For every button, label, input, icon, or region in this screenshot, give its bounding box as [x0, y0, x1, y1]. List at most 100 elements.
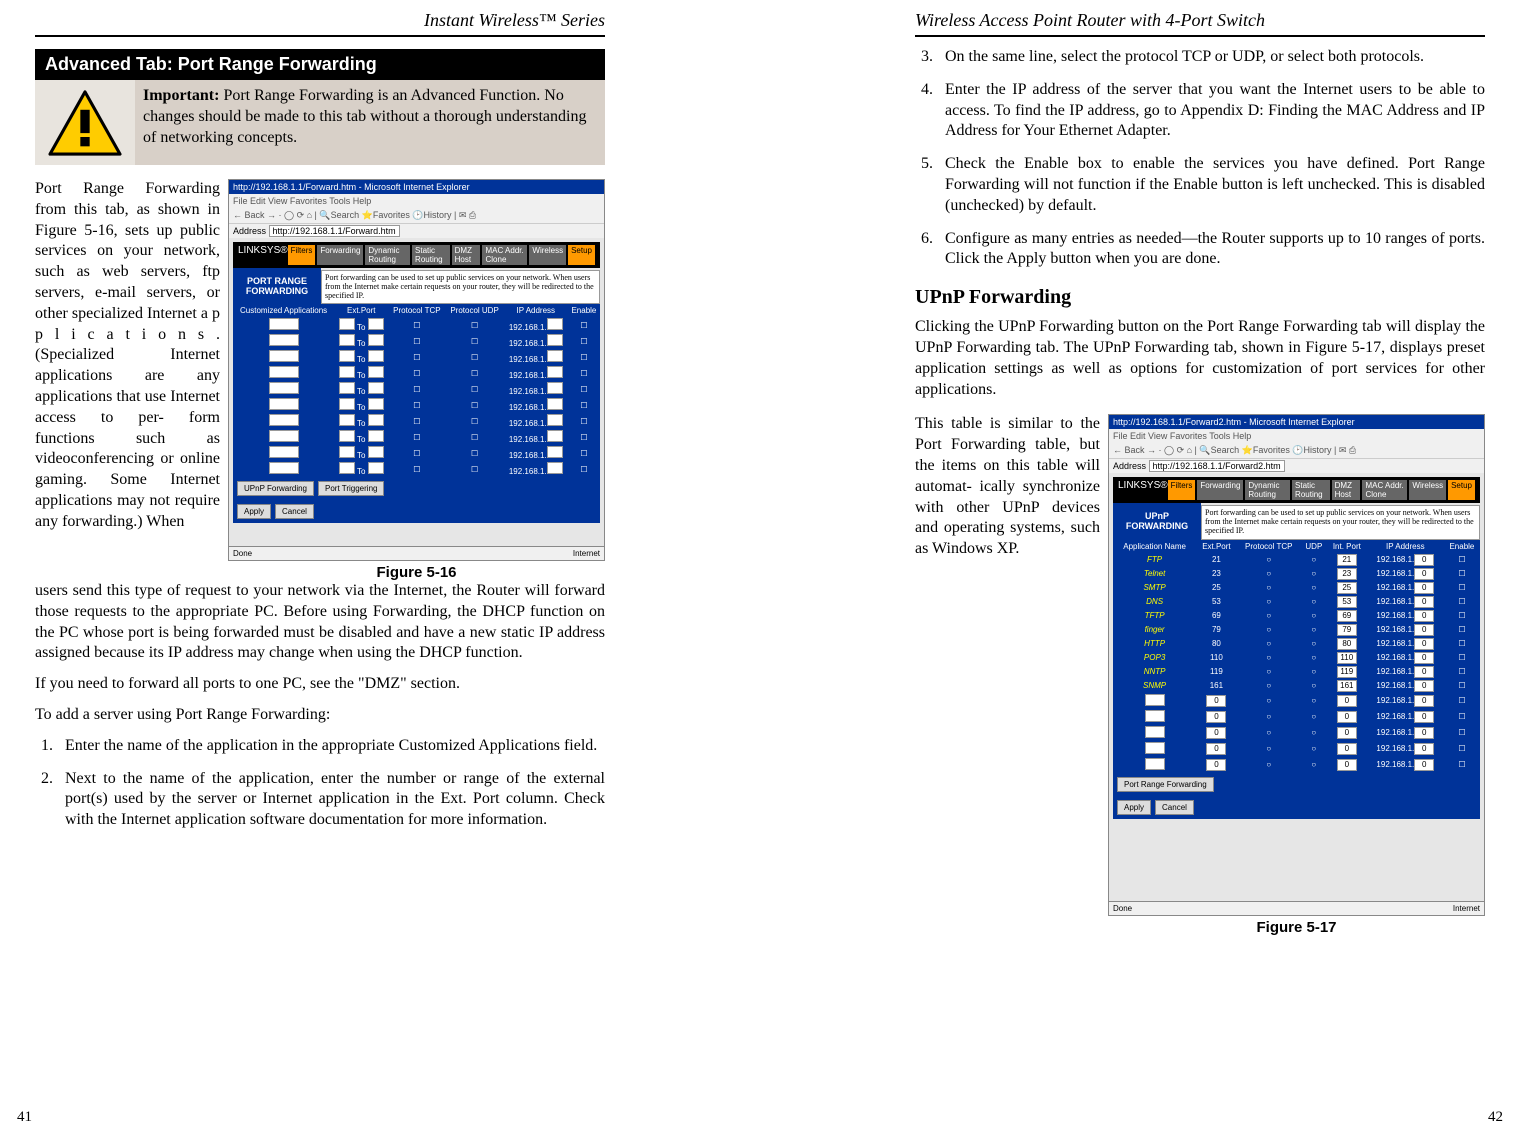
enable-check[interactable]: ☐	[1444, 757, 1480, 773]
ie-menubar[interactable]: File Edit View Favorites Tools Help	[229, 194, 604, 208]
int-port[interactable]: 0	[1327, 709, 1367, 725]
address-value-2[interactable]: http://192.168.1.1/Forward2.htm	[1149, 460, 1285, 472]
int-port[interactable]: 110	[1327, 651, 1367, 665]
tab-static[interactable]: Static Routing	[412, 245, 450, 265]
tcp-radio[interactable]: ○	[1237, 725, 1301, 741]
port-range-button[interactable]: Port Range Forwarding	[1117, 777, 1214, 792]
ip-input[interactable]: 0	[1414, 624, 1434, 636]
apply-button-2[interactable]: Apply	[1117, 800, 1151, 815]
tcp-radio[interactable]: ○	[1237, 637, 1301, 651]
ip-input[interactable]: 0	[1414, 610, 1434, 622]
tab-dmz[interactable]: DMZ Host	[452, 245, 481, 265]
int-port[interactable]: 0	[1327, 757, 1367, 773]
udp-radio[interactable]: ○	[1301, 725, 1327, 741]
udp-radio[interactable]: ○	[1301, 757, 1327, 773]
tab-mac-2[interactable]: MAC Addr. Clone	[1362, 480, 1407, 500]
ip-input[interactable]: 0	[1414, 638, 1434, 650]
tcp-radio[interactable]: ○	[1237, 693, 1301, 709]
tab-filters[interactable]: Filters	[288, 245, 316, 265]
tab-forwarding[interactable]: Forwarding	[317, 245, 363, 265]
udp-radio[interactable]: ○	[1301, 553, 1327, 567]
tab-wireless[interactable]: Wireless	[529, 245, 566, 265]
port-to[interactable]	[368, 318, 384, 330]
tab-wireless-2[interactable]: Wireless	[1409, 480, 1446, 500]
ie-address-bar-2[interactable]: Address http://192.168.1.1/Forward2.htm	[1109, 458, 1484, 473]
enable-check[interactable]: ☐	[1444, 553, 1480, 567]
ip-input[interactable]	[547, 318, 563, 330]
ie-address-bar[interactable]: Address http://192.168.1.1/Forward.htm	[229, 223, 604, 238]
tcp-radio[interactable]: ○	[1237, 581, 1301, 595]
ip-input[interactable]: 0	[1414, 568, 1434, 580]
tcp-radio[interactable]: ○	[1237, 651, 1301, 665]
port-triggering-button[interactable]: Port Triggering	[318, 481, 384, 496]
ip-input[interactable]: 0	[1414, 652, 1434, 664]
enable-check[interactable]: ☐	[1444, 567, 1480, 581]
udp-check[interactable]: ☐	[445, 317, 503, 333]
ie-menubar-2[interactable]: File Edit View Favorites Tools Help	[1109, 429, 1484, 443]
enable-check[interactable]: ☐	[1444, 581, 1480, 595]
router-tabs[interactable]: Filters Forwarding Dynamic Routing Stati…	[288, 245, 595, 265]
ie-toolbar-2[interactable]: ← Back → · ◯ ⟳ ⌂ | 🔍Search ⭐Favorites 🕑H…	[1109, 443, 1484, 458]
enable-check[interactable]: ☐	[1444, 725, 1480, 741]
ip-input[interactable]: 0	[1414, 680, 1434, 692]
ip-input[interactable]: 0	[1414, 666, 1434, 678]
tcp-radio[interactable]: ○	[1237, 757, 1301, 773]
ip-input[interactable]: 0	[1414, 596, 1434, 608]
udp-radio[interactable]: ○	[1301, 581, 1327, 595]
int-port[interactable]: 161	[1327, 679, 1367, 693]
udp-radio[interactable]: ○	[1301, 709, 1327, 725]
tab-filters-2[interactable]: Filters	[1168, 480, 1196, 500]
tcp-radio[interactable]: ○	[1237, 741, 1301, 757]
tab-dynamic[interactable]: Dynamic Routing	[365, 245, 410, 265]
enable-check[interactable]: ☐	[1444, 693, 1480, 709]
app-input[interactable]	[269, 318, 299, 330]
tcp-radio[interactable]: ○	[1237, 595, 1301, 609]
int-port[interactable]: 25	[1327, 581, 1367, 595]
port-from[interactable]	[339, 318, 355, 330]
tcp-radio[interactable]: ○	[1237, 709, 1301, 725]
ip-input[interactable]: 0	[1414, 582, 1434, 594]
int-port[interactable]: 79	[1327, 623, 1367, 637]
udp-radio[interactable]: ○	[1301, 623, 1327, 637]
apply-button[interactable]: Apply	[237, 504, 271, 519]
udp-radio[interactable]: ○	[1301, 637, 1327, 651]
int-port[interactable]: 21	[1327, 553, 1367, 567]
enable-check[interactable]: ☐	[1444, 741, 1480, 757]
tcp-radio[interactable]: ○	[1237, 553, 1301, 567]
int-port[interactable]: 0	[1327, 693, 1367, 709]
cancel-button-2[interactable]: Cancel	[1155, 800, 1194, 815]
int-port[interactable]: 80	[1327, 637, 1367, 651]
tab-static-2[interactable]: Static Routing	[1292, 480, 1330, 500]
tab-dmz-2[interactable]: DMZ Host	[1332, 480, 1361, 500]
tcp-radio[interactable]: ○	[1237, 609, 1301, 623]
enable-check[interactable]: ☐	[1444, 709, 1480, 725]
int-port[interactable]: 0	[1327, 741, 1367, 757]
tab-setup[interactable]: Setup	[568, 245, 595, 265]
enable-check[interactable]: ☐	[1444, 637, 1480, 651]
router-tabs-2[interactable]: Filters Forwarding Dynamic Routing Stati…	[1168, 480, 1475, 500]
tcp-radio[interactable]: ○	[1237, 665, 1301, 679]
upnp-button[interactable]: UPnP Forwarding	[237, 481, 314, 496]
udp-radio[interactable]: ○	[1301, 651, 1327, 665]
tcp-radio[interactable]: ○	[1237, 567, 1301, 581]
ip-input[interactable]: 0	[1414, 743, 1434, 755]
int-port[interactable]: 119	[1327, 665, 1367, 679]
enable-check[interactable]: ☐	[1444, 623, 1480, 637]
tab-forwarding-2[interactable]: Forwarding	[1197, 480, 1243, 500]
ip-input[interactable]: 0	[1414, 695, 1434, 707]
int-port[interactable]: 69	[1327, 609, 1367, 623]
int-port[interactable]: 0	[1327, 725, 1367, 741]
enable-check[interactable]: ☐	[568, 317, 600, 333]
enable-check[interactable]: ☐	[1444, 651, 1480, 665]
ip-input[interactable]: 0	[1414, 711, 1434, 723]
enable-check[interactable]: ☐	[1444, 609, 1480, 623]
udp-radio[interactable]: ○	[1301, 665, 1327, 679]
int-port[interactable]: 23	[1327, 567, 1367, 581]
tab-dynamic-2[interactable]: Dynamic Routing	[1245, 480, 1290, 500]
address-value[interactable]: http://192.168.1.1/Forward.htm	[269, 225, 400, 237]
int-port[interactable]: 53	[1327, 595, 1367, 609]
enable-check[interactable]: ☐	[1444, 679, 1480, 693]
ip-input[interactable]: 0	[1414, 727, 1434, 739]
tcp-check[interactable]: ☐	[388, 317, 445, 333]
ie-toolbar[interactable]: ← Back → · ◯ ⟳ ⌂ | 🔍Search ⭐Favorites 🕑H…	[229, 208, 604, 223]
